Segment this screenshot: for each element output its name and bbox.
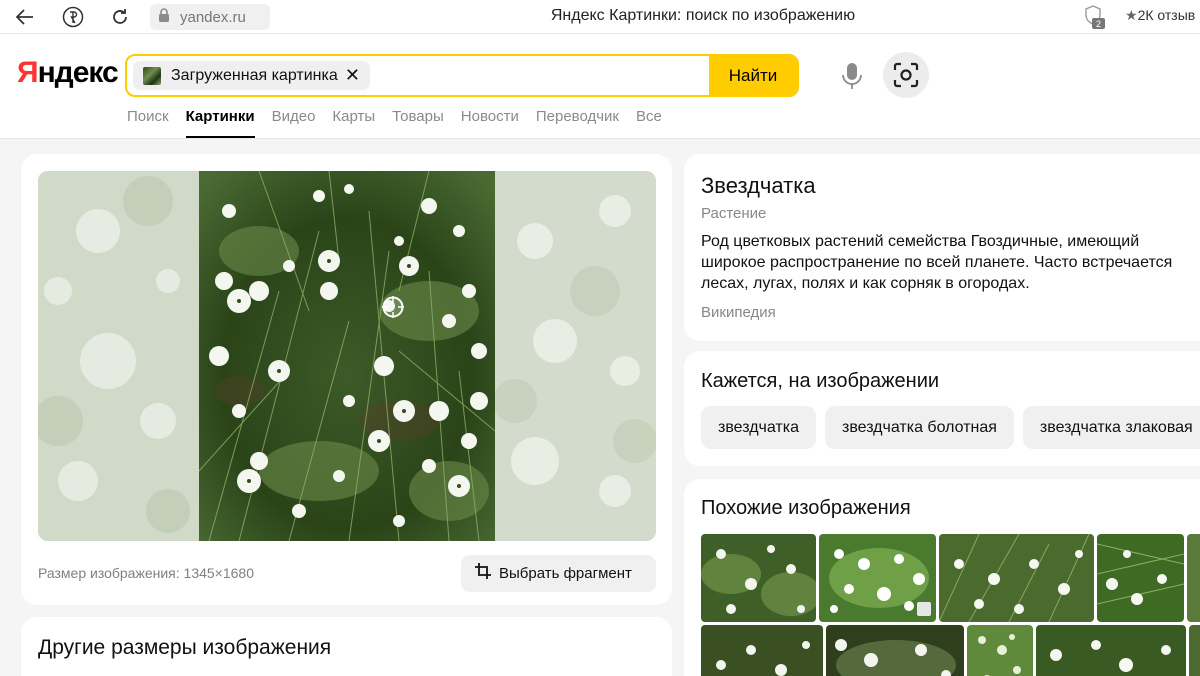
yandex-logo[interactable]: Яндекс: [17, 56, 119, 90]
search-box[interactable]: Загруженная картинка ✕ Найти: [125, 54, 799, 97]
service-nav: Поиск Картинки Видео Карты Товары Новост…: [127, 108, 679, 138]
nav-item-all[interactable]: Все: [636, 108, 662, 138]
microphone-icon[interactable]: [839, 62, 865, 90]
search-header: Яндекс Загруженная картинка ✕ Найти Поис…: [0, 34, 1200, 139]
chip-thumbnail: [143, 66, 161, 85]
similar-image-thumb[interactable]: [1097, 534, 1184, 622]
detected-objects-card: Кажется, на изображении звездчатка звезд…: [684, 351, 1200, 466]
similar-image-thumb[interactable]: [1187, 534, 1200, 622]
page-title: Яндекс Картинки: поиск по изображению: [550, 7, 856, 24]
select-fragment-label: Выбрать фрагмент: [499, 565, 632, 582]
uploaded-image-chip: Загруженная картинка ✕: [133, 61, 370, 90]
reviews-link[interactable]: ★2К отзыв: [1125, 7, 1195, 24]
entity-card: Звездчатка Растение Род цветковых растен…: [684, 154, 1200, 341]
query-image: [198, 171, 496, 541]
focus-target-icon[interactable]: [382, 296, 404, 318]
entity-source-link[interactable]: Википедия: [701, 304, 776, 321]
nav-item-search[interactable]: Поиск: [127, 108, 169, 138]
nav-item-images[interactable]: Картинки: [185, 108, 255, 138]
chip-label: Загруженная картинка: [171, 66, 338, 84]
image-size-info: Размер изображения: 1345×1680: [38, 565, 254, 581]
lens-icon[interactable]: [883, 52, 929, 98]
image-blur-right: [493, 171, 656, 541]
similar-image-thumb[interactable]: [939, 534, 1094, 622]
image-blur-left: [38, 171, 199, 541]
entity-subtitle: Растение: [701, 205, 767, 222]
similar-image-thumb[interactable]: [967, 625, 1033, 676]
similar-images-title: Похожие изображения: [701, 497, 911, 519]
clear-icon[interactable]: ✕: [345, 65, 360, 86]
similar-image-thumb[interactable]: [819, 534, 936, 622]
tag-list: звездчатка звездчатка болотная звездчатк…: [701, 406, 1200, 449]
extension-badge: 2: [1096, 19, 1101, 29]
nav-item-video[interactable]: Видео: [272, 108, 316, 138]
extension-icon[interactable]: 2: [1083, 4, 1107, 30]
detected-objects-title: Кажется, на изображении: [701, 370, 940, 392]
similar-image-thumb[interactable]: [1189, 625, 1200, 676]
similar-image-thumb[interactable]: [826, 625, 964, 676]
star-icon: ★: [1125, 7, 1138, 23]
tag-chip[interactable]: звездчатка: [701, 406, 816, 449]
nav-item-news[interactable]: Новости: [461, 108, 519, 138]
crop-icon: [475, 563, 491, 584]
entity-title: Звездчатка: [701, 173, 816, 198]
similar-images-card: Похожие изображения: [684, 479, 1200, 676]
query-image-area[interactable]: [38, 171, 656, 541]
select-fragment-button[interactable]: Выбрать фрагмент: [461, 555, 656, 592]
nav-item-maps[interactable]: Карты: [332, 108, 375, 138]
similar-image-thumb[interactable]: [701, 625, 823, 676]
browser-bar: yandex.ru Яндекс Картинки: поиск по изоб…: [0, 0, 1200, 34]
similar-image-thumb[interactable]: [701, 534, 816, 622]
similar-image-thumb[interactable]: [1036, 625, 1186, 676]
query-image-card: Размер изображения: 1345×1680 Выбрать фр…: [21, 154, 672, 605]
logo-first-letter: Я: [17, 56, 39, 89]
tag-chip[interactable]: звездчатка злаковая: [1022, 406, 1200, 449]
entity-description: Род цветковых растений семейства Гвоздич…: [701, 233, 1173, 292]
nav-item-translator[interactable]: Переводчик: [536, 108, 619, 138]
other-sizes-title: Другие размеры изображения: [38, 636, 332, 659]
nav-item-products[interactable]: Товары: [392, 108, 444, 138]
search-button[interactable]: Найти: [709, 56, 797, 95]
logo-rest: ндекс: [37, 56, 119, 89]
reviews-label: 2К отзыв: [1137, 7, 1196, 23]
tag-chip[interactable]: звездчатка болотная: [824, 406, 1014, 449]
other-sizes-card: Другие размеры изображения: [21, 617, 672, 676]
